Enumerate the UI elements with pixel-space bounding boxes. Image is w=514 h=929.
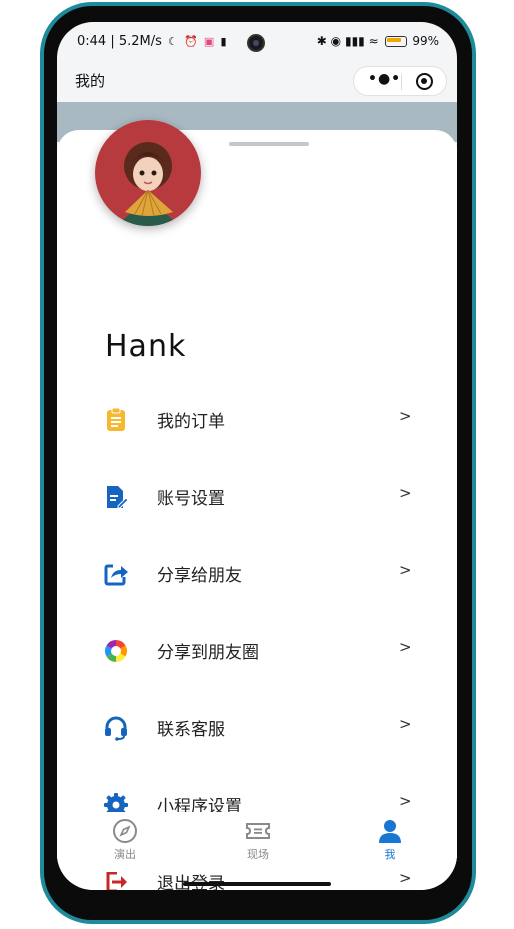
chevron-right-icon: > <box>399 484 412 502</box>
clipboard-icon <box>107 407 125 431</box>
front-camera <box>247 34 265 52</box>
logout-icon <box>106 871 127 890</box>
chevron-right-icon: > <box>399 561 412 579</box>
capsule-divider <box>401 74 402 90</box>
moments-icon <box>105 640 127 662</box>
more-icon[interactable]: •●• <box>368 71 401 87</box>
tab-bar: 演出 现场 我 <box>57 812 457 872</box>
nav-bar: 我的 •●• <box>57 62 457 102</box>
menu-item-label: 我的订单 <box>157 412 225 432</box>
chevron-right-icon: > <box>399 638 412 656</box>
network-speed: 5.2M/s <box>118 34 162 49</box>
chevron-right-icon: > <box>399 715 412 733</box>
avatar[interactable] <box>95 120 201 226</box>
phone-screen: 0:44 | 5.2M/s ☾ ⏰ ▣ ▮ ✱ ◉ ▮▮▮ ≈ 99% 我的 •… <box>57 22 457 890</box>
hotspot-icon: ◉ <box>330 34 342 48</box>
profile-card: Hank 我的订单 > 账号设置 > 分享给朋友 > 分享到朋友圈 > 联系客服… <box>57 120 457 890</box>
moon-icon: ☾ <box>168 35 178 48</box>
menu-item-label: 退出登录 <box>157 869 225 890</box>
signal-icon: ▮▮▮ <box>344 34 365 48</box>
menu-item-label: 账号设置 <box>157 489 225 509</box>
battery-level: 99% <box>412 34 439 48</box>
tab-shows[interactable]: 演出 <box>80 818 170 868</box>
tab-label: 现场 <box>247 848 269 861</box>
chevron-right-icon: > <box>399 407 412 425</box>
tab-label: 演出 <box>114 848 136 861</box>
person-icon <box>379 820 401 843</box>
volume-button <box>472 205 476 265</box>
compass-icon <box>113 819 137 843</box>
alarm-icon: ⏰ <box>184 35 198 48</box>
battery-icon <box>384 36 407 47</box>
bluetooth-icon: ✱ <box>316 34 327 48</box>
headset-icon <box>105 716 127 741</box>
notification-icon: ▮ <box>220 35 227 48</box>
menu-item-share-moments[interactable]: 分享到朋友圈 > <box>57 620 457 680</box>
menu-item-label: 联系客服 <box>157 720 225 740</box>
status-time: 0:44 <box>77 34 107 49</box>
menu-item-account-settings[interactable]: 账号设置 > <box>57 466 457 526</box>
drag-handle[interactable] <box>229 142 309 146</box>
status-left: 0:44 | 5.2M/s ☾ ⏰ ▣ ▮ <box>77 34 227 49</box>
ticket-icon <box>246 823 270 839</box>
username: Hank <box>105 329 187 364</box>
menu-item-label: 分享给朋友 <box>157 566 242 586</box>
menu-item-label: 分享到朋友圈 <box>157 643 259 663</box>
miniprogram-capsule: •●• <box>353 66 447 96</box>
menu-item-customer-service[interactable]: 联系客服 > <box>57 697 457 757</box>
tab-live[interactable]: 现场 <box>213 818 303 868</box>
menu-item-orders[interactable]: 我的订单 > <box>57 389 457 449</box>
chevron-right-icon: > <box>399 792 412 810</box>
wifi-icon: ≈ <box>368 34 379 48</box>
page-title: 我的 <box>75 72 106 90</box>
avatar-image <box>95 120 201 226</box>
app-notification-icon: ▣ <box>203 35 215 48</box>
share-icon <box>104 564 128 586</box>
status-bar: 0:44 | 5.2M/s ☾ ⏰ ▣ ▮ ✱ ◉ ▮▮▮ ≈ 99% <box>57 22 457 62</box>
close-miniprogram-icon[interactable] <box>416 73 433 90</box>
power-button <box>472 290 476 330</box>
tab-me[interactable]: 我 <box>345 818 435 868</box>
tab-label: 我 <box>384 848 396 861</box>
home-indicator[interactable] <box>183 882 331 886</box>
menu-item-share-friend[interactable]: 分享给朋友 > <box>57 543 457 603</box>
edit-document-icon <box>107 486 129 509</box>
status-right: ✱ ◉ ▮▮▮ ≈ 99% <box>317 34 439 48</box>
